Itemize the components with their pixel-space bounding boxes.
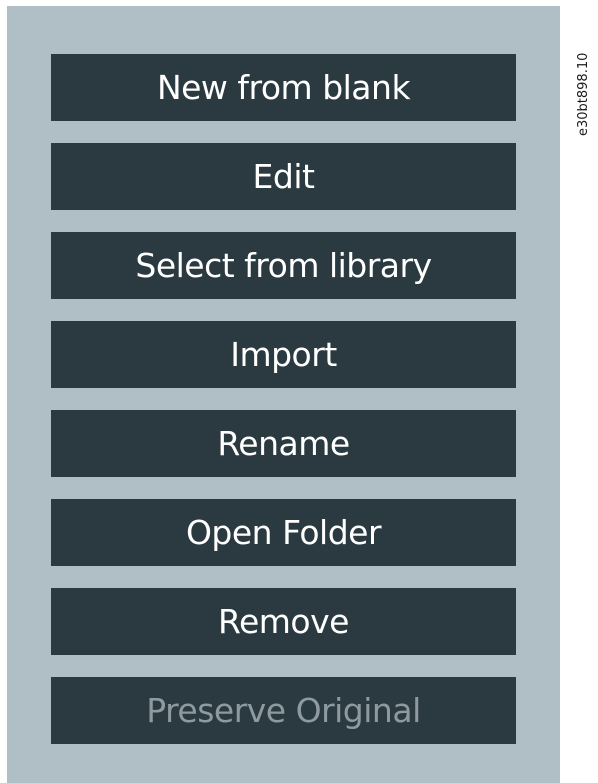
remove-button[interactable]: Remove [51,588,516,655]
edit-button[interactable]: Edit [51,143,516,210]
open-folder-button[interactable]: Open Folder [51,499,516,566]
import-button[interactable]: Import [51,321,516,388]
new-from-blank-button[interactable]: New from blank [51,54,516,121]
action-button-list: New from blank Edit Select from library … [51,54,516,766]
action-menu-panel: New from blank Edit Select from library … [7,6,560,783]
select-from-library-button[interactable]: Select from library [51,232,516,299]
figure-code-label: e30bt898.10 [576,52,591,136]
rename-button[interactable]: Rename [51,410,516,477]
preserve-original-button: Preserve Original [51,677,516,744]
